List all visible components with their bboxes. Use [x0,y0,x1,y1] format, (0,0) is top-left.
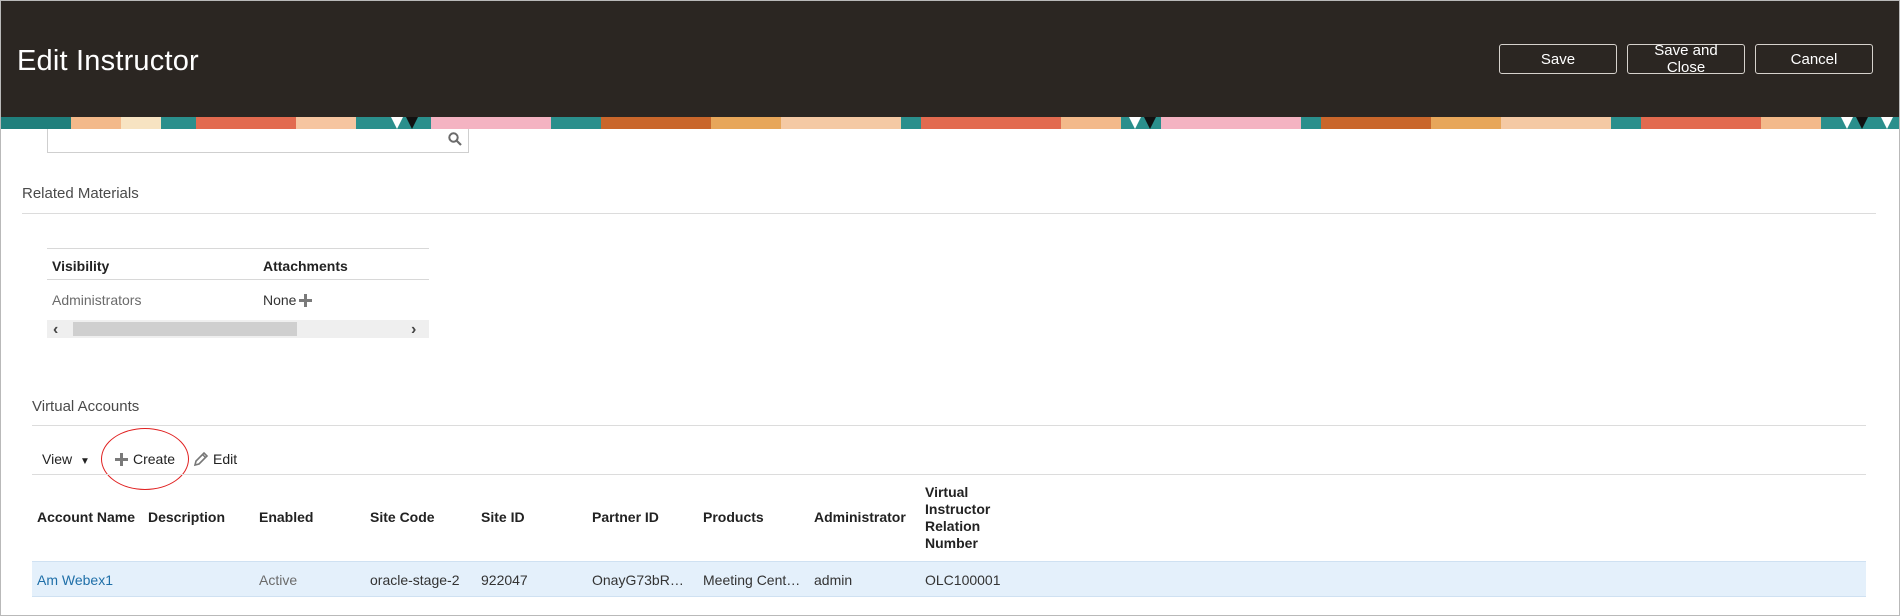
partner-id-cell: OnayG73bR… [592,572,684,588]
visibility-cell: Administrators [52,292,142,308]
caret-down-icon: ▼ [79,456,90,467]
administrator-cell: admin [814,572,853,588]
save-and-close-button[interactable]: Save and Close [1627,42,1745,76]
column-header-account-name: Account Name [37,509,136,525]
save-button[interactable]: Save [1499,44,1617,74]
column-header-site-id: Site ID [481,509,525,525]
related-materials-title: Related Materials [22,185,139,202]
page-header: Edit Instructor Save Save and Close Canc… [1,1,1899,117]
header-line: Relation [925,518,981,534]
toolbar-divider [32,474,1866,475]
section-divider [32,425,1866,426]
site-code-cell: oracle-stage-2 [370,572,460,588]
section-divider [22,213,1876,214]
table-row[interactable]: Am Webex1 Active oracle-stage-2 922047 O… [32,561,1866,597]
page-title: Edit Instructor [17,45,199,77]
header-line: Instructor [925,501,991,517]
decorative-banner [1,117,1899,129]
horizontal-scrollbar[interactable]: ‹ › [47,320,429,338]
create-button[interactable]: Create [115,451,175,467]
column-header-partner-id: Partner ID [592,509,659,525]
column-header-description: Description [148,509,226,525]
pencil-icon [193,451,209,467]
relation-number-cell: OLC100001 [925,572,1001,588]
column-header-products: Products [703,509,764,525]
view-menu[interactable]: View ▼ [42,451,90,467]
account-name-link[interactable]: Am Webex1 [37,572,113,588]
table-header: Visibility Attachments [47,248,429,280]
column-header-visibility: Visibility [52,258,110,274]
site-id-cell: 922047 [481,572,528,588]
products-cell: Meeting Cent… [703,572,801,588]
add-attachment-icon[interactable] [299,294,313,307]
column-header-relation-number: Virtual Instructor Relation Number [925,484,1015,552]
column-header-attachments: Attachments [263,258,348,274]
edit-label: Edit [213,451,238,467]
edit-button[interactable]: Edit [193,451,237,467]
attachments-value: None [263,292,297,308]
table-row[interactable]: Administrators None [47,280,429,318]
scrollbar-thumb[interactable] [73,322,297,336]
column-header-enabled: Enabled [259,509,314,525]
enabled-cell: Active [259,572,298,588]
view-menu-label: View [42,451,73,467]
chevron-right-icon[interactable]: › [411,321,416,339]
column-header-site-code: Site Code [370,509,435,525]
create-label: Create [133,451,176,467]
column-header-administrator: Administrator [814,509,906,525]
virtual-accounts-title: Virtual Accounts [32,398,140,415]
search-input[interactable] [47,129,469,153]
header-line: Virtual [925,484,969,500]
chevron-left-icon[interactable]: ‹ [53,321,58,339]
window-frame: Edit Instructor Save Save and Close Canc… [0,0,1900,616]
search-icon[interactable] [448,132,462,146]
cancel-button[interactable]: Cancel [1755,44,1873,74]
plus-icon [115,453,128,466]
attachments-cell: None [263,292,313,308]
header-line: Number [925,535,978,551]
